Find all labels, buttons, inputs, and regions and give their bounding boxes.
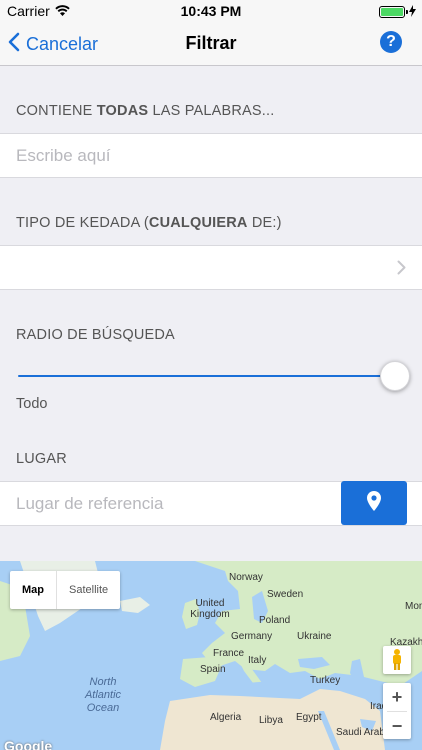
words-header-bold: TODAS xyxy=(96,103,149,119)
map-label-sweden: Sweden xyxy=(267,589,304,600)
map-label-germany: Germany xyxy=(231,631,273,642)
map-label-italy: Italy xyxy=(248,655,267,666)
radius-slider-thumb[interactable] xyxy=(380,361,410,391)
map-label-france: France xyxy=(213,648,245,659)
map-label-poland: Poland xyxy=(259,615,291,626)
map-label-norway: Norway xyxy=(229,572,263,583)
map-label-egypt: Egypt xyxy=(296,712,322,723)
words-section-header: CONTIENE TODAS LAS PALABRAS... xyxy=(16,103,275,119)
place-input[interactable] xyxy=(16,482,331,525)
map-type-satellite-button[interactable]: Satellite xyxy=(57,571,120,609)
radius-value-label: Todo xyxy=(16,396,48,412)
map-label-turkey: Turkey xyxy=(310,675,341,686)
type-header-suffix: DE:) xyxy=(247,215,282,231)
charging-icon xyxy=(409,4,416,20)
words-header-prefix: CONTIENE xyxy=(16,103,97,119)
zoom-in-button[interactable]: + xyxy=(383,683,411,711)
map-view[interactable]: Norway Sweden United Kingdom Poland Germ… xyxy=(0,561,422,750)
words-header-suffix: LAS PALABRAS... xyxy=(148,103,275,119)
words-cell xyxy=(0,133,422,178)
filter-screen: Carrier 10:43 PM Cancelar Filtrar ? CONT… xyxy=(0,0,422,750)
map-label-ukraine: Ukraine xyxy=(297,631,332,642)
battery-level xyxy=(381,8,403,16)
street-view-pegman-icon[interactable] xyxy=(383,646,411,674)
type-selector-cell[interactable] xyxy=(0,245,422,290)
help-icon[interactable]: ? xyxy=(380,31,402,53)
chevron-right-icon xyxy=(397,260,406,280)
map-label-mongolia: Mongolia xyxy=(405,601,422,612)
map-label-ocean: North Atlantic Ocean xyxy=(84,676,122,714)
status-bar: Carrier 10:43 PM xyxy=(0,0,422,22)
zoom-control: + − xyxy=(383,683,411,739)
clock: 10:43 PM xyxy=(180,3,242,19)
map-type-map-button[interactable]: Map xyxy=(10,571,57,609)
zoom-out-button[interactable]: − xyxy=(383,712,411,740)
words-input[interactable] xyxy=(16,134,396,177)
map-label-united-kingdom: United Kingdom xyxy=(190,598,230,620)
radius-section-header: RADIO DE BÚSQUEDA xyxy=(16,327,175,343)
map-label-libya: Libya xyxy=(259,715,283,726)
type-header-bold: CUALQUIERA xyxy=(148,215,248,231)
locate-button[interactable] xyxy=(341,481,407,525)
map-pin-icon xyxy=(367,490,381,516)
map-type-control: Map Satellite xyxy=(10,571,121,609)
google-logo: Google xyxy=(4,738,53,750)
type-header-prefix: TIPO DE KEDADA ( xyxy=(16,215,149,231)
battery-icon xyxy=(379,6,408,18)
page-title: Filtrar xyxy=(185,33,237,53)
map-label-spain: Spain xyxy=(200,664,226,675)
navigation-bar: Cancelar Filtrar ? xyxy=(0,22,422,66)
radius-slider-track[interactable] xyxy=(18,375,394,377)
status-right xyxy=(379,4,416,20)
type-section-header: TIPO DE KEDADA (CUALQUIERA DE:) xyxy=(16,215,282,231)
map-label-algeria: Algeria xyxy=(210,712,242,723)
place-section-header: LUGAR xyxy=(16,451,67,467)
